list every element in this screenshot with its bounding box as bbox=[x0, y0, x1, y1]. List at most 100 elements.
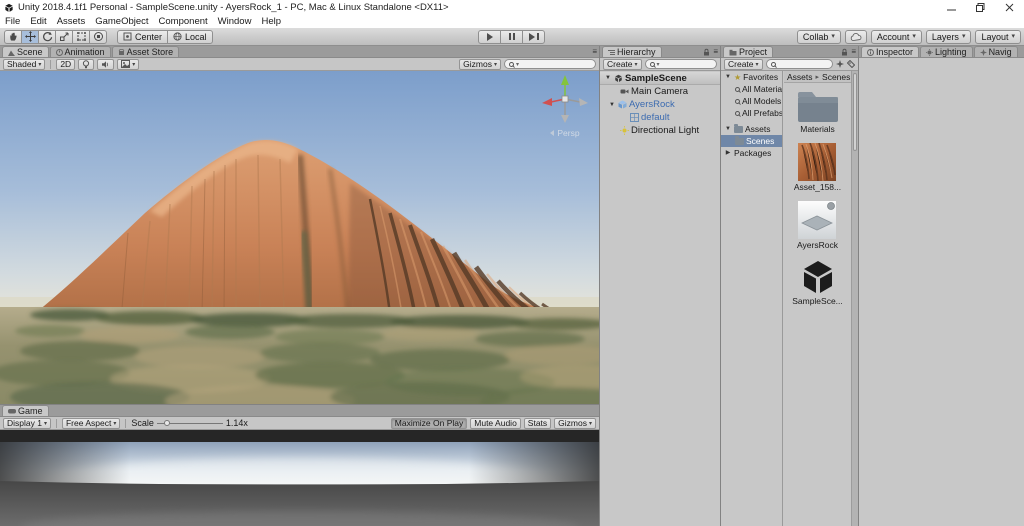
pause-button[interactable] bbox=[500, 29, 523, 44]
favorite-all-materials[interactable]: All Materials bbox=[721, 83, 782, 95]
breadcrumb-scenes[interactable]: Scenes bbox=[822, 72, 850, 82]
scrollbar-thumb[interactable] bbox=[853, 73, 857, 151]
menu-gameobject[interactable]: GameObject bbox=[90, 15, 153, 28]
hierarchy-item-default[interactable]: default bbox=[600, 111, 720, 124]
scene-viewport[interactable]: Persp bbox=[0, 71, 599, 404]
pan-tool-button[interactable] bbox=[4, 29, 22, 44]
scale-tool-button[interactable] bbox=[55, 29, 73, 44]
collab-button[interactable]: Collab ▾ bbox=[796, 29, 841, 44]
rect-icon bbox=[76, 32, 86, 41]
asset-item-texture[interactable]: Asset_158... bbox=[794, 143, 841, 192]
tab-lighting[interactable]: Lighting bbox=[920, 46, 973, 57]
layers-dropdown[interactable]: Layers ▾ bbox=[925, 29, 972, 44]
move-tool-button[interactable] bbox=[21, 29, 39, 44]
hierarchy-item-samplescene[interactable]: ▼ SampleScene bbox=[600, 72, 720, 85]
tab-project[interactable]: Project bbox=[723, 46, 774, 57]
2d-toggle-button[interactable]: 2D bbox=[56, 58, 76, 70]
expander-icon[interactable]: ▼ bbox=[604, 75, 612, 81]
hierarchy-search-input[interactable]: ▾ bbox=[644, 59, 717, 69]
project-create-button[interactable]: Create ▾ bbox=[724, 58, 763, 70]
rect-tool-button[interactable] bbox=[72, 29, 90, 44]
transform-tools bbox=[4, 29, 107, 44]
breadcrumb-assets[interactable]: Assets bbox=[787, 72, 813, 82]
globe-icon bbox=[173, 32, 182, 41]
expander-icon[interactable]: ▼ bbox=[724, 126, 732, 132]
slider-thumb[interactable] bbox=[163, 420, 170, 426]
asset-item-materials[interactable]: Materials bbox=[797, 89, 839, 134]
tab-navigation[interactable]: Navig bbox=[973, 46, 1018, 57]
navigation-tab-icon bbox=[979, 48, 987, 56]
dropdown-arrow-icon: ▾ bbox=[912, 33, 916, 40]
close-button[interactable] bbox=[995, 0, 1024, 15]
hierarchy-item-main-camera[interactable]: Main Camera bbox=[600, 85, 720, 98]
favorite-all-prefabs[interactable]: All Prefabs bbox=[721, 107, 782, 119]
scene-gizmos-dropdown[interactable]: Gizmos ▾ bbox=[459, 58, 501, 70]
tab-asset-store[interactable]: Asset Store bbox=[111, 46, 180, 57]
project-scrollbar[interactable] bbox=[851, 71, 858, 526]
game-gizmos-dropdown[interactable]: Gizmos ▾ bbox=[554, 417, 596, 429]
layout-dropdown[interactable]: Layout ▾ bbox=[975, 29, 1021, 44]
hierarchy-toolbar: Create ▾ ▾ bbox=[600, 58, 720, 71]
packages-root[interactable]: ▶ Packages bbox=[721, 147, 782, 159]
pivot-mode-button[interactable]: Center bbox=[117, 29, 169, 44]
expander-icon[interactable]: ▼ bbox=[608, 102, 616, 108]
search-by-label-icon[interactable] bbox=[847, 60, 855, 68]
hierarchy-item-directional-light[interactable]: Directional Light bbox=[600, 124, 720, 137]
scene-lighting-toggle[interactable] bbox=[78, 58, 95, 70]
pivot-rotation-button[interactable]: Local bbox=[167, 29, 213, 44]
game-scale-slider[interactable] bbox=[156, 419, 223, 428]
panel-menu-icon[interactable]: ≡ bbox=[713, 48, 718, 56]
panel-menu-icon[interactable]: ≡ bbox=[592, 48, 597, 56]
stats-button[interactable]: Stats bbox=[523, 417, 552, 429]
dropdown-arrow-icon: ▾ bbox=[113, 420, 117, 427]
transform-tool-button[interactable] bbox=[89, 29, 107, 44]
menu-window[interactable]: Window bbox=[213, 15, 257, 28]
aspect-dropdown[interactable]: Free Aspect ▾ bbox=[61, 417, 121, 429]
maximize-on-play-button[interactable]: Maximize On Play bbox=[390, 417, 468, 429]
titlebar: Unity 2018.4.1f1 Personal - SampleScene.… bbox=[0, 0, 1024, 15]
menu-edit[interactable]: Edit bbox=[25, 15, 51, 28]
play-button[interactable] bbox=[478, 29, 501, 44]
tab-scene[interactable]: Scene bbox=[2, 46, 49, 57]
scene-audio-toggle[interactable] bbox=[97, 58, 115, 70]
tab-hierarchy[interactable]: Hierarchy bbox=[602, 46, 662, 57]
dropdown-arrow-icon: ▾ bbox=[493, 61, 497, 68]
menu-help[interactable]: Help bbox=[256, 15, 286, 28]
favorite-all-models[interactable]: All Models bbox=[721, 95, 782, 107]
project-search-input[interactable] bbox=[765, 59, 833, 69]
scene-orientation-gizmo[interactable]: Persp bbox=[537, 73, 593, 138]
window-controls bbox=[937, 0, 1024, 15]
draw-mode-dropdown[interactable]: Shaded ▾ bbox=[3, 58, 46, 70]
tab-animation[interactable]: Animation bbox=[49, 46, 111, 57]
menu-assets[interactable]: Assets bbox=[52, 15, 91, 28]
cloud-button[interactable] bbox=[844, 29, 867, 44]
tab-inspector[interactable]: Inspector bbox=[861, 46, 920, 57]
lock-icon[interactable] bbox=[841, 48, 848, 56]
hierarchy-item-ayersrock[interactable]: ▼ AyersRock bbox=[600, 98, 720, 111]
scenes-folder[interactable]: Scenes bbox=[721, 135, 782, 147]
account-dropdown[interactable]: Account ▾ bbox=[870, 29, 922, 44]
persp-label[interactable]: Persp bbox=[537, 128, 593, 138]
rotate-tool-button[interactable] bbox=[38, 29, 56, 44]
hierarchy-create-button[interactable]: Create ▾ bbox=[603, 58, 642, 70]
lock-icon[interactable] bbox=[703, 48, 710, 56]
minimize-button[interactable] bbox=[937, 0, 966, 15]
scene-effects-dropdown[interactable]: ▾ bbox=[117, 58, 140, 70]
asset-item-ayersrock-model[interactable]: AyersRock bbox=[797, 201, 838, 250]
project-content-area: Assets ▸ Scenes Materials Asset_158... A… bbox=[784, 71, 851, 526]
favorites-group[interactable]: ▼ ★ Favorites bbox=[721, 71, 782, 83]
tab-game[interactable]: Game bbox=[2, 405, 49, 416]
menu-file[interactable]: File bbox=[0, 15, 25, 28]
expander-icon[interactable]: ▼ bbox=[724, 74, 732, 80]
asset-item-scene[interactable]: SampleSce... bbox=[792, 259, 843, 306]
menu-component[interactable]: Component bbox=[154, 15, 213, 28]
search-by-type-icon[interactable] bbox=[836, 60, 844, 68]
expander-icon[interactable]: ▶ bbox=[724, 150, 732, 156]
assets-root-folder[interactable]: ▼ Assets bbox=[721, 123, 782, 135]
display-dropdown[interactable]: Display 1 ▾ bbox=[3, 417, 51, 429]
mute-audio-button[interactable]: Mute Audio bbox=[470, 417, 521, 429]
restore-button[interactable] bbox=[966, 0, 995, 15]
panel-menu-icon[interactable]: ≡ bbox=[851, 48, 856, 56]
step-button[interactable] bbox=[522, 29, 545, 44]
scene-search-input[interactable]: ▾ bbox=[504, 59, 596, 69]
